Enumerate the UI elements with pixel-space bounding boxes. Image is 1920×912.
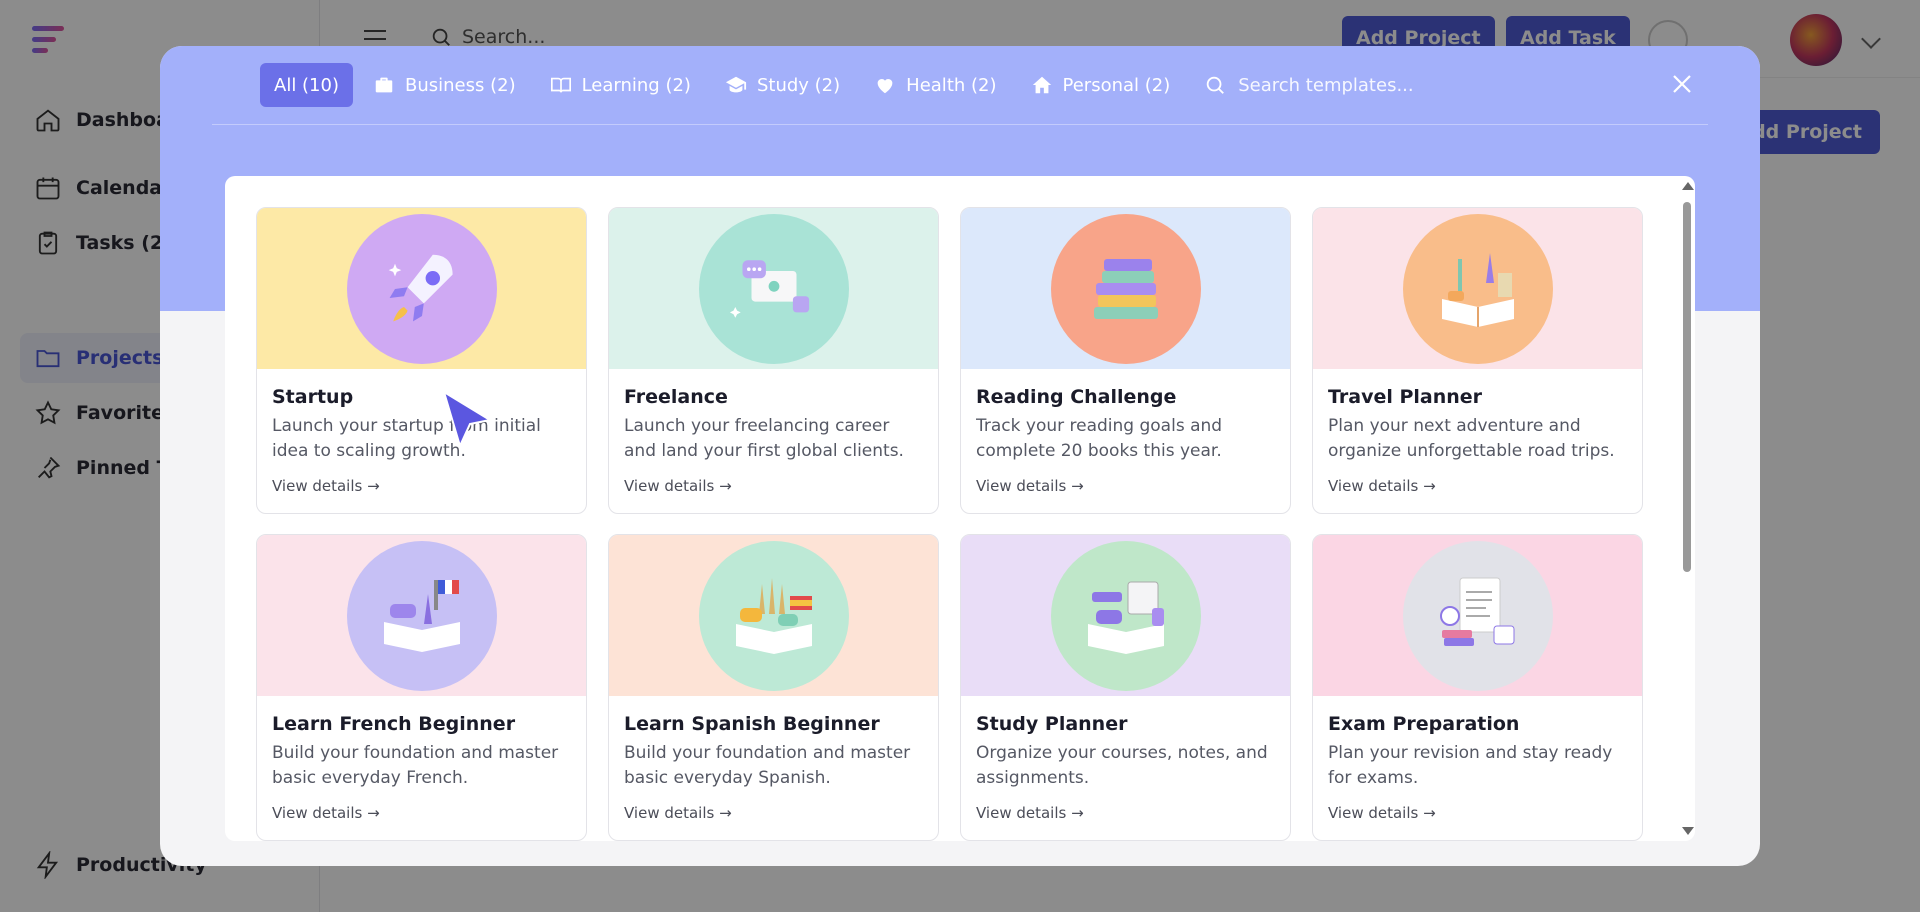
scroll-up-icon[interactable]: [1682, 182, 1694, 190]
template-card-study-planner[interactable]: Study Planner Organize your courses, not…: [960, 534, 1291, 841]
filter-personal[interactable]: Personal (2): [1017, 63, 1185, 107]
close-icon[interactable]: [1670, 72, 1694, 96]
home-icon: [1032, 76, 1051, 94]
template-search-input[interactable]: [1238, 74, 1459, 96]
view-details-link[interactable]: View details →: [272, 804, 380, 822]
mouse-cursor-icon: [442, 389, 493, 449]
book-open-icon: [550, 77, 571, 93]
card-description: Plan your next adventure and organize un…: [1328, 416, 1615, 461]
filter-learning[interactable]: Learning (2): [536, 63, 705, 107]
exam-icon: [1402, 540, 1553, 691]
card-image: [961, 208, 1290, 369]
scrollbar-thumb[interactable]: [1683, 202, 1691, 572]
view-details-link[interactable]: View details →: [976, 804, 1084, 822]
card-description: Organize your courses, notes, and assign…: [976, 743, 1268, 788]
french-book-icon: [346, 540, 497, 691]
view-details-link[interactable]: View details →: [624, 477, 732, 495]
card-title: Freelance: [624, 386, 728, 408]
card-title: Exam Preparation: [1328, 713, 1520, 735]
filter-label: Study (2): [756, 74, 841, 96]
templates-panel[interactable]: Startup Launch your startup from initial…: [225, 176, 1695, 841]
card-title: Startup: [272, 386, 354, 408]
laptop-icon: [698, 213, 849, 364]
view-details-link[interactable]: View details →: [976, 477, 1084, 495]
filter-label: All (10): [274, 74, 339, 96]
template-card-learn-spanish[interactable]: Learn Spanish Beginner Build your founda…: [608, 534, 939, 841]
spanish-book-icon: [698, 540, 849, 691]
filter-label: Health (2): [906, 74, 997, 96]
filter-label: Business (2): [405, 74, 516, 96]
card-image: [1313, 208, 1642, 369]
heart-icon: [877, 79, 893, 94]
templates-modal: All (10) Business (2) Learning (2) Study…: [160, 46, 1760, 866]
search-icon: [1207, 76, 1225, 94]
template-card-reading-challenge[interactable]: Reading Challenge Track your reading goa…: [960, 207, 1291, 514]
filter-label: Learning (2): [581, 74, 691, 96]
view-details-link[interactable]: View details →: [1328, 477, 1436, 495]
template-card-travel-planner[interactable]: Travel Planner Plan your next adventure …: [1312, 207, 1643, 514]
template-card-startup[interactable]: Startup Launch your startup from initial…: [256, 207, 587, 514]
card-description: Track your reading goals and complete 20…: [976, 416, 1223, 461]
card-title: Learn Spanish Beginner: [624, 713, 880, 735]
filter-study[interactable]: Study (2): [711, 63, 854, 107]
card-image: [609, 535, 938, 696]
rocket-icon: [346, 213, 497, 364]
header-divider: [212, 124, 1708, 125]
template-card-freelance[interactable]: Freelance Launch your freelancing career…: [608, 207, 939, 514]
card-title: Learn French Beginner: [272, 713, 516, 735]
template-card-learn-french[interactable]: Learn French Beginner Build your foundat…: [256, 534, 587, 841]
filter-label: Personal (2): [1062, 74, 1171, 96]
view-details-link[interactable]: View details →: [624, 804, 732, 822]
card-description: Launch your freelancing career and land …: [624, 416, 904, 461]
books-icon: [1050, 213, 1201, 364]
card-title: Reading Challenge: [976, 386, 1177, 408]
template-search[interactable]: [1204, 74, 1459, 96]
filter-business[interactable]: Business (2): [359, 63, 530, 107]
travel-book-icon: [1402, 213, 1553, 364]
card-image: [257, 535, 586, 696]
card-title: Travel Planner: [1328, 386, 1483, 408]
card-description: Build your foundation and master basic e…: [624, 743, 911, 788]
panel-scrollbar[interactable]: [1681, 180, 1694, 837]
card-image: [961, 535, 1290, 696]
view-details-link[interactable]: View details →: [272, 477, 380, 495]
card-image: [257, 208, 586, 369]
card-description: Build your foundation and master basic e…: [272, 743, 559, 788]
card-title: Study Planner: [976, 713, 1128, 735]
card-description: Plan your revision and stay ready for ex…: [1328, 743, 1613, 788]
category-filters: All (10) Business (2) Learning (2) Study…: [260, 63, 1459, 107]
card-image: [609, 208, 938, 369]
briefcase-icon: [375, 77, 393, 93]
template-card-exam-preparation[interactable]: Exam Preparation Plan your revision and …: [1312, 534, 1643, 841]
graduation-cap-icon: [725, 76, 747, 93]
templates-grid: Startup Launch your startup from initial…: [256, 207, 1643, 841]
filter-health[interactable]: Health (2): [860, 63, 1010, 107]
view-details-link[interactable]: View details →: [1328, 804, 1436, 822]
card-image: [1313, 535, 1642, 696]
filter-all[interactable]: All (10): [260, 63, 353, 107]
study-planner-icon: [1050, 540, 1201, 691]
card-description: Launch your startup from initial idea to…: [272, 416, 541, 461]
scroll-down-icon[interactable]: [1682, 827, 1694, 835]
